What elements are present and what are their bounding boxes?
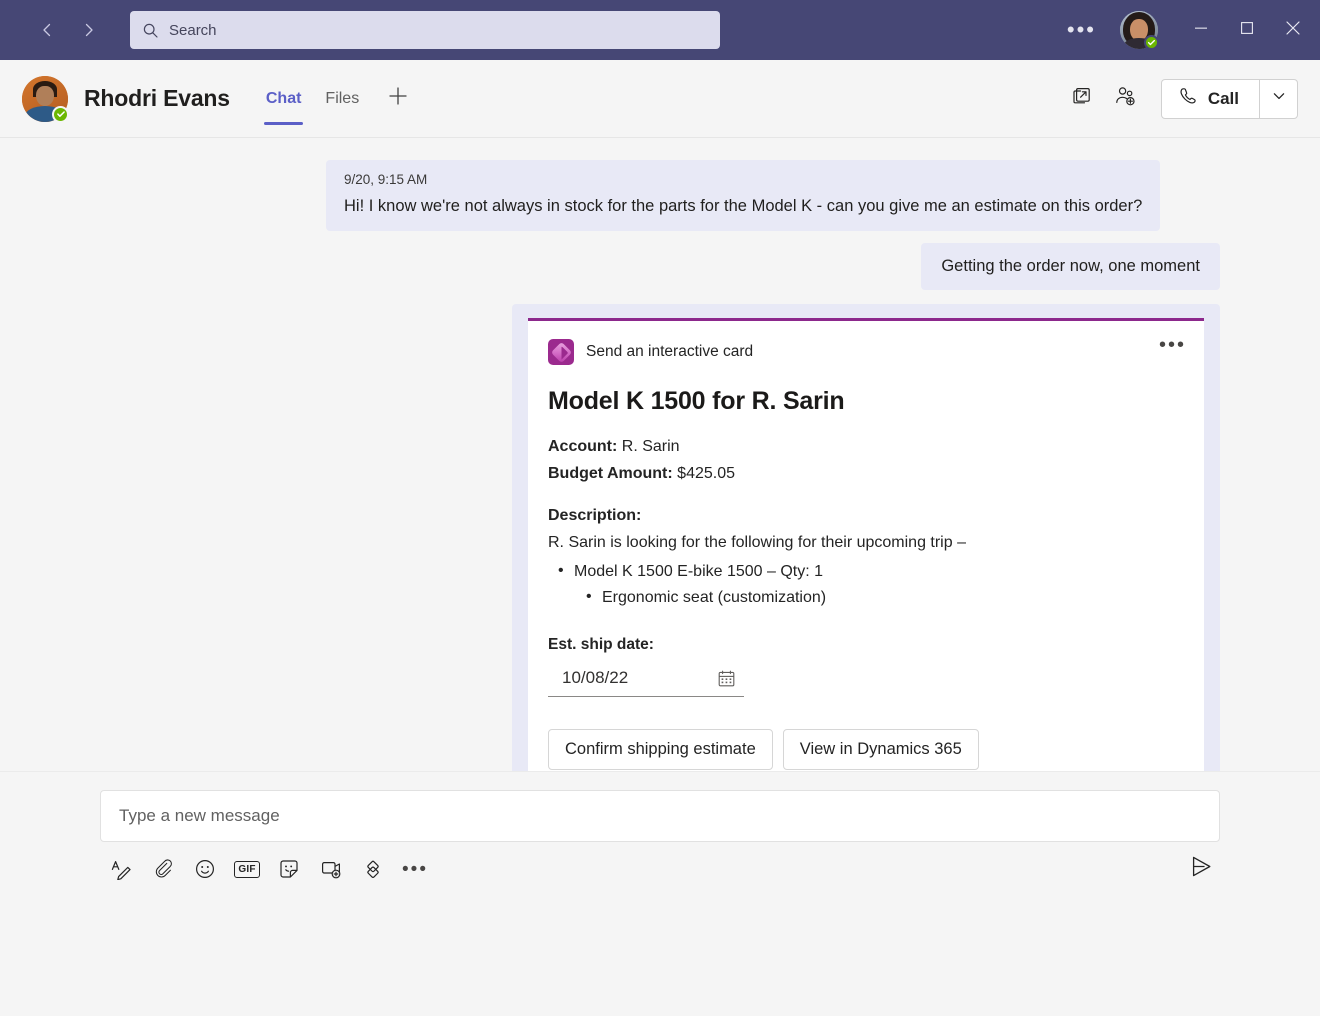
message-row-incoming: 9/20, 9:15 AM Hi! I know we're not alway…	[100, 160, 1220, 232]
ship-date-label: Est. ship date:	[548, 636, 654, 654]
card-field-budget: Budget Amount: $425.05	[548, 461, 1184, 487]
chat-header-actions: Call	[1063, 78, 1298, 119]
search-placeholder-text: Search	[169, 21, 217, 39]
title-bar: Search •••	[0, 0, 1320, 60]
card-field-account-value: R. Sarin	[621, 438, 680, 456]
plus-icon	[387, 85, 409, 112]
pop-out-icon	[1071, 86, 1092, 112]
maximize-button[interactable]	[1224, 0, 1270, 60]
list-item: Ergonomic seat (customization)	[548, 584, 1184, 611]
card-app-name: Send an interactive card	[586, 343, 754, 361]
loop-components-icon[interactable]	[354, 850, 392, 888]
search-input[interactable]: Search	[130, 11, 720, 49]
tab-chat[interactable]: Chat	[256, 60, 312, 137]
tab-files-label: Files	[325, 89, 360, 107]
calendar-icon[interactable]	[717, 669, 736, 688]
list-item: Model K 1500 E-bike 1500 – Qty: 1	[548, 558, 1184, 585]
close-icon	[1285, 20, 1301, 41]
call-button-label: Call	[1207, 88, 1239, 108]
chat-header: Rhodri Evans Chat Files Call	[0, 60, 1320, 138]
power-automate-icon	[548, 339, 574, 366]
ship-date-input[interactable]: 10/08/22	[548, 662, 744, 698]
forward-button[interactable]	[76, 17, 102, 43]
card-title: Model K 1500 for R. Sarin	[548, 387, 845, 416]
page-title: Rhodri Evans	[84, 85, 230, 111]
message-input[interactable]: Type a new message	[100, 790, 1220, 842]
title-bar-right-controls: •••	[1053, 0, 1320, 60]
card-field-budget-label: Budget Amount:	[548, 464, 673, 482]
user-avatar-button[interactable]	[1120, 11, 1159, 50]
tab-chat-label: Chat	[265, 89, 302, 107]
chevron-left-icon	[38, 21, 56, 39]
view-in-dynamics-button[interactable]: View in Dynamics 365	[782, 729, 979, 771]
message-row-card: Send an interactive card ••• Model K 150…	[100, 290, 1220, 825]
more-options-icon[interactable]: •••	[396, 850, 434, 888]
call-button[interactable]: Call	[1162, 80, 1259, 118]
format-icon[interactable]	[102, 850, 140, 888]
card-field-account-label: Account:	[548, 438, 618, 456]
pop-out-chat-button[interactable]	[1063, 80, 1101, 118]
card-app-row: Send an interactive card	[548, 339, 1184, 366]
maximize-icon	[1240, 21, 1254, 40]
card-field-budget-value: $425.05	[677, 464, 736, 482]
emoji-icon[interactable]	[186, 850, 224, 888]
message-input-placeholder: Type a new message	[119, 806, 280, 825]
phone-icon	[1178, 86, 1198, 111]
attach-icon[interactable]	[144, 850, 182, 888]
add-tab-button[interactable]	[381, 82, 415, 116]
card-description-text: R. Sarin is looking for the following fo…	[548, 534, 966, 552]
chevron-down-icon	[1271, 88, 1287, 109]
compose-toolbar: GIF •••	[100, 842, 1220, 893]
minimize-icon	[1194, 21, 1208, 40]
adaptive-card: Send an interactive card ••• Model K 150…	[528, 318, 1204, 797]
contact-avatar-button[interactable]	[22, 75, 69, 123]
compose-area: Type a new message GIF •••	[0, 771, 1320, 893]
call-options-dropdown[interactable]	[1259, 79, 1297, 118]
card-more-options-button[interactable]: •••	[1159, 335, 1186, 355]
add-person-icon	[1114, 85, 1137, 113]
card-field-account: Account: R. Sarin	[548, 434, 1184, 460]
send-button[interactable]	[1182, 850, 1220, 888]
card-bullet-list: Model K 1500 E-bike 1500 – Qty: 1 Ergono…	[548, 558, 1184, 611]
back-button[interactable]	[34, 17, 60, 43]
message-bubble-incoming[interactable]: 9/20, 9:15 AM Hi! I know we're not alway…	[326, 160, 1161, 232]
send-icon	[1189, 854, 1214, 884]
message-timestamp: 9/20, 9:15 AM	[344, 172, 428, 187]
sticker-icon[interactable]	[270, 850, 308, 888]
meet-now-icon[interactable]	[312, 850, 350, 888]
message-row-outgoing: Getting the order now, one moment	[100, 231, 1220, 291]
card-actions: Confirm shipping estimate View in Dynami…	[548, 729, 1184, 771]
presence-available-badge	[1144, 35, 1159, 50]
ship-date-value: 10/08/22	[562, 668, 629, 688]
message-text: Hi! I know we're not always in stock for…	[344, 197, 1143, 215]
gif-icon[interactable]: GIF	[228, 850, 266, 888]
card-description-label: Description:	[548, 507, 642, 525]
add-people-button[interactable]	[1107, 80, 1145, 118]
titlebar-more-button[interactable]: •••	[1053, 0, 1110, 60]
tab-files[interactable]: Files	[315, 60, 369, 137]
contact-presence-available-badge	[52, 105, 69, 123]
minimize-button[interactable]	[1178, 0, 1224, 60]
navigation-arrows	[34, 17, 102, 43]
message-bubble-outgoing[interactable]: Getting the order now, one moment	[921, 243, 1220, 291]
confirm-shipping-estimate-button[interactable]: Confirm shipping estimate	[548, 729, 773, 771]
chat-tabs: Chat Files	[256, 60, 415, 137]
card-message-bubble: Send an interactive card ••• Model K 150…	[512, 304, 1220, 825]
call-button-group: Call	[1160, 78, 1298, 119]
chevron-right-icon	[80, 21, 98, 39]
search-icon	[142, 22, 159, 39]
close-button[interactable]	[1270, 0, 1316, 60]
message-list: 9/20, 9:15 AM Hi! I know we're not alway…	[0, 138, 1320, 893]
